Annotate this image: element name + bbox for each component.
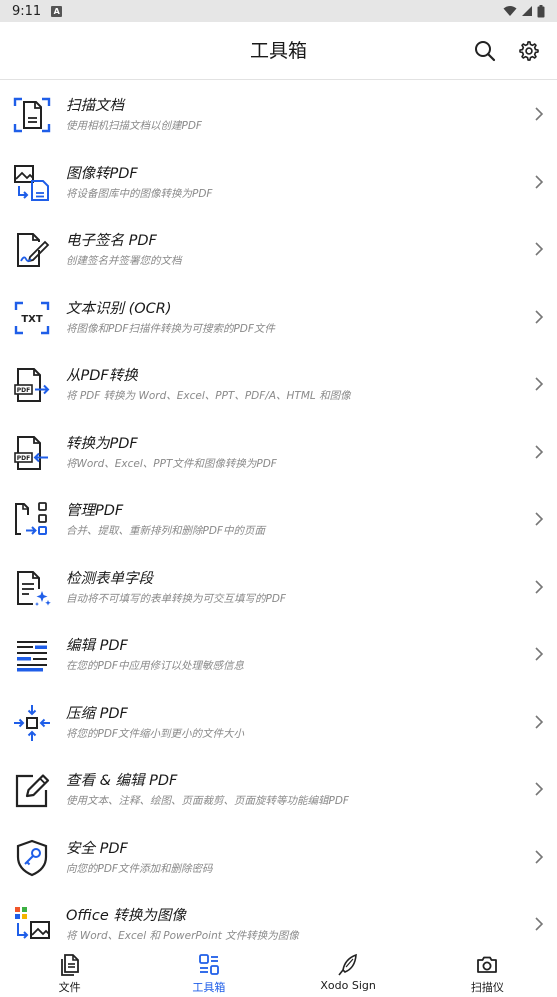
- tool-subtitle: 将 Word、Excel 和 PowerPoint 文件转换为图像: [66, 930, 299, 942]
- tool-item-security[interactable]: 安全 PDF 向您的PDF文件添加和删除密码: [0, 823, 557, 891]
- ocr-icon: TXT: [14, 301, 50, 334]
- chevron-right-icon: [535, 107, 544, 121]
- edit-pen-icon: [15, 774, 50, 808]
- chevron-right-icon: [535, 647, 544, 661]
- tool-list: 扫描文档 使用相机扫描文档以创建PDF 图像转PDF 将设备图库中的图像转换为P…: [0, 80, 557, 948]
- search-icon: [475, 41, 496, 62]
- signature-icon: [17, 233, 50, 267]
- tool-item-office-to-image[interactable]: Office 转换为图像 将 Word、Excel 和 PowerPoint 文…: [0, 890, 557, 948]
- chevron-right-icon: [535, 849, 544, 864]
- tool-item-convert-from-pdf[interactable]: PDF 从PDF转换 将 PDF 转换为 Word、Excel、PPT、PDF/…: [0, 350, 557, 418]
- chevron-right-icon: [535, 579, 544, 594]
- tool-subtitle: 合并、提取、重新排列和删除PDF中的页面: [66, 525, 265, 537]
- nav-xodo-sign[interactable]: Xodo Sign: [279, 948, 418, 997]
- status-indicators: [503, 4, 545, 18]
- tool-item-view-edit[interactable]: 查看 & 编辑 PDF 使用文本、注释、绘图、页面裁剪、页面旋转等功能编辑PDF: [0, 755, 557, 823]
- nav-label: 工具箱: [192, 981, 226, 994]
- tool-item-scan[interactable]: 扫描文档 使用相机扫描文档以创建PDF: [0, 80, 557, 148]
- tool-item-redact[interactable]: 编辑 PDF 在您的PDF中应用修订以处理敏感信息: [0, 620, 557, 688]
- nav-label: 扫描仪: [470, 981, 504, 994]
- tool-title: 从PDF转换: [66, 368, 138, 384]
- nav-label: Xodo Sign: [320, 979, 376, 992]
- xodo-sign-icon: [338, 953, 358, 976]
- svg-text:PDF: PDF: [17, 455, 30, 462]
- tool-title: Office 转换为图像: [66, 908, 186, 924]
- app-bar: 工具箱: [0, 22, 557, 80]
- status-bar: 9:11 A: [0, 0, 557, 22]
- security-shield-icon: [16, 839, 48, 876]
- compress-icon: [14, 704, 50, 741]
- tool-title: 转换为PDF: [66, 435, 138, 452]
- nav-files[interactable]: 文件: [0, 948, 139, 997]
- status-time: 9:11: [12, 3, 42, 19]
- chevron-right-icon: [535, 444, 544, 459]
- chevron-right-icon: [535, 174, 544, 189]
- wifi-icon: [503, 6, 517, 16]
- chevron-right-icon: [535, 242, 544, 256]
- tool-title: 编辑 PDF: [66, 638, 128, 654]
- tool-subtitle: 将 PDF 转换为 Word、Excel、PPT、PDF/A、HTML 和图像: [66, 390, 351, 402]
- tool-subtitle: 使用相机扫描文档以创建PDF: [66, 120, 202, 132]
- convert-to-pdf-icon: PDF: [14, 435, 48, 470]
- search-button[interactable]: [471, 37, 499, 65]
- battery-icon: [537, 4, 545, 17]
- files-icon: [60, 954, 79, 976]
- svg-text:TXT: TXT: [21, 314, 43, 325]
- tool-item-detect-form[interactable]: 检测表单字段 自动将不可填写的表单转换为可交互填写的PDF: [0, 553, 557, 621]
- tool-title: 管理PDF: [66, 503, 124, 519]
- nav-scanner[interactable]: 扫描仪: [418, 948, 557, 997]
- toolbox-icon: [198, 954, 219, 975]
- svg-text:PDF: PDF: [17, 387, 30, 394]
- chevron-right-icon: [535, 377, 544, 391]
- tool-item-manage-pdf[interactable]: 管理PDF 合并、提取、重新排列和删除PDF中的页面: [0, 485, 557, 553]
- tool-title: 扫描文档: [66, 98, 124, 114]
- tool-subtitle: 在您的PDF中应用修订以处理敏感信息: [66, 660, 244, 672]
- tool-subtitle: 向您的PDF文件添加和删除密码: [66, 862, 213, 875]
- chevron-right-icon: [535, 714, 544, 729]
- tool-item-convert-to-pdf[interactable]: PDF 转换为PDF 将Word、Excel、PPT文件和图像转换为PDF: [0, 418, 557, 486]
- tool-title: 图像转PDF: [66, 165, 138, 182]
- tool-subtitle: 自动将不可填写的表单转换为可交互填写的PDF: [66, 592, 286, 605]
- convert-from-pdf-icon: PDF: [14, 368, 50, 402]
- scan-document-icon: [13, 97, 51, 133]
- office-to-image-icon: [15, 907, 50, 939]
- tool-title: 压缩 PDF: [66, 705, 128, 722]
- signal-icon: [522, 6, 532, 16]
- tool-subtitle: 将图像和PDF扫描件转换为可搜索的PDF文件: [66, 322, 275, 335]
- notification-icon: A: [51, 5, 63, 17]
- image-to-pdf-icon: [14, 164, 49, 201]
- camera-icon: [477, 956, 498, 973]
- chevron-right-icon: [535, 309, 544, 324]
- tool-subtitle: 将Word、Excel、PPT文件和图像转换为PDF: [66, 457, 277, 470]
- detect-form-icon: [17, 570, 51, 606]
- tool-item-compress[interactable]: 压缩 PDF 将您的PDF文件缩小到更小的文件大小: [0, 688, 557, 756]
- tool-item-image-to-pdf[interactable]: 图像转PDF 将设备图库中的图像转换为PDF: [0, 148, 557, 216]
- tool-subtitle: 将设备图库中的图像转换为PDF: [66, 187, 213, 200]
- tool-title: 电子签名 PDF: [66, 233, 157, 249]
- chevron-right-icon: [535, 782, 544, 796]
- nav-toolbox[interactable]: 工具箱: [139, 948, 278, 997]
- tool-subtitle: 使用文本、注释、绘图、页面裁剪、页面旋转等功能编辑PDF: [66, 795, 349, 807]
- chevron-right-icon: [535, 512, 544, 526]
- tool-title: 检测表单字段: [66, 570, 153, 587]
- redact-icon: [17, 641, 47, 672]
- nav-label: 文件: [58, 981, 81, 994]
- tool-item-ocr[interactable]: TXT 文本识别 (OCR) 将图像和PDF扫描件转换为可搜索的PDF文件: [0, 283, 557, 351]
- bottom-nav: 文件 工具箱 Xodo Sign 扫描仪: [0, 948, 557, 997]
- gear-icon: [519, 41, 539, 61]
- tool-title: 安全 PDF: [66, 840, 128, 857]
- tool-item-signature[interactable]: 电子签名 PDF 创建签名并签署您的文档: [0, 215, 557, 283]
- manage-pdf-icon: [15, 502, 47, 535]
- tool-subtitle: 将您的PDF文件缩小到更小的文件大小: [66, 727, 244, 740]
- tool-title: 文本识别 (OCR): [66, 300, 172, 317]
- tool-title: 查看 & 编辑 PDF: [66, 773, 178, 789]
- settings-button[interactable]: [515, 37, 543, 65]
- tool-subtitle: 创建签名并签署您的文档: [66, 255, 182, 267]
- chevron-right-icon: [535, 917, 544, 931]
